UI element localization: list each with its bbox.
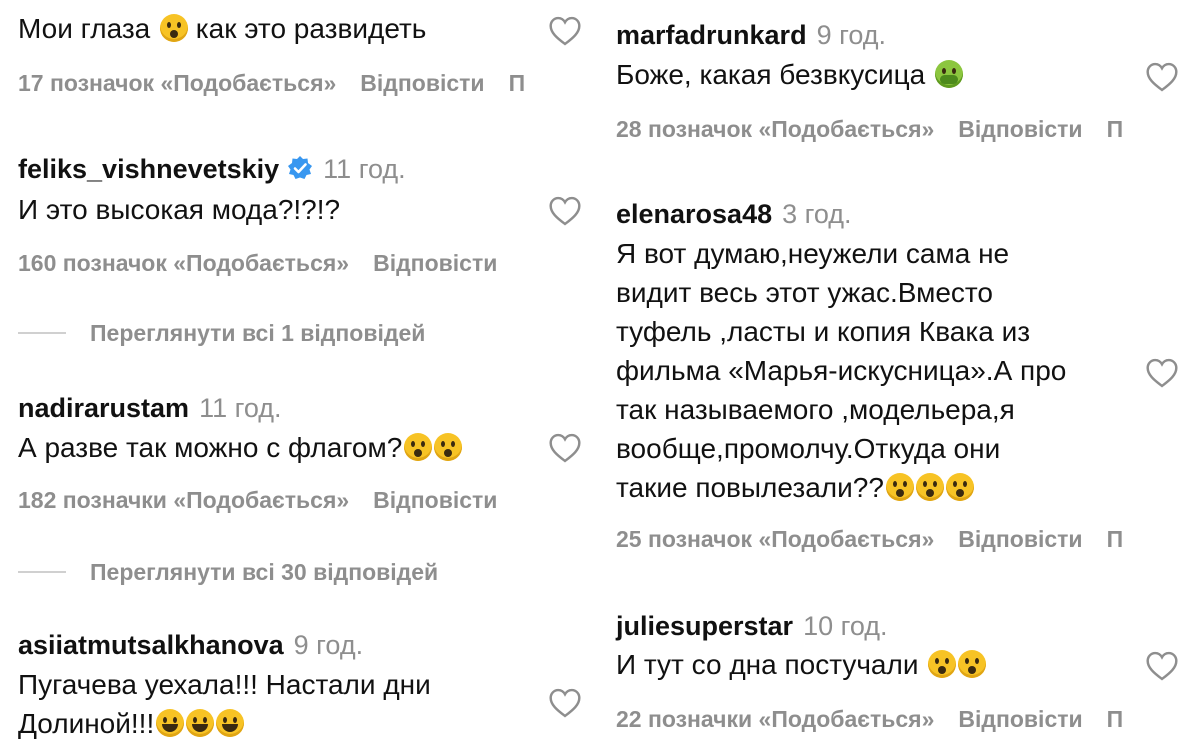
verified-badge-icon <box>287 155 313 181</box>
comment-text: Мои глаза как это развидеть <box>18 13 427 44</box>
reply-button[interactable]: Відповісти <box>360 70 484 96</box>
comments-column-right: marfadrunkard 9 год. Боже, какая безвкуси… <box>600 0 1200 744</box>
comment-header: elenarosa48 3 год. <box>616 199 852 230</box>
reply-button[interactable]: Відповісти <box>958 526 1082 552</box>
astonished-face-emoji-icon <box>958 650 987 678</box>
astonished-face-emoji-icon <box>160 14 189 42</box>
reply-button[interactable]: Відповісти <box>373 250 497 276</box>
likes-count[interactable]: 17 позначок «Подобається» <box>18 70 336 96</box>
like-heart-icon[interactable] <box>548 433 582 463</box>
like-heart-icon[interactable] <box>548 16 582 46</box>
like-heart-icon[interactable] <box>1145 62 1179 92</box>
tears-of-joy-emoji-icon <box>186 709 215 737</box>
astonished-face-emoji-icon <box>928 650 957 678</box>
comment-header: nadirarustam 11 год. <box>18 393 282 424</box>
comment-meta: 25 позначок «Подобається» Відповісти П <box>616 526 1147 553</box>
comment-time[interactable]: 11 год. <box>323 154 405 184</box>
comment-username[interactable]: feliks_vishnevetskiy <box>18 154 279 184</box>
comment-username[interactable]: juliesuperstar <box>616 611 793 641</box>
overflow-text[interactable]: П <box>1107 526 1124 552</box>
comment-header: feliks_vishnevetskiy 11 год. <box>18 154 406 185</box>
comment-time[interactable]: 3 год. <box>782 199 851 229</box>
comment-header: marfadrunkard 9 год. <box>616 20 886 51</box>
tears-of-joy-emoji-icon <box>156 709 185 737</box>
comment-meta: 22 позначки «Подобається» Відповісти П <box>616 706 1147 733</box>
comment-username[interactable]: nadirarustam <box>18 393 189 423</box>
comment-time[interactable]: 9 год. <box>817 20 886 50</box>
comment-text: Пугачева уехала!!! Настали дни Долиной!!… <box>18 669 431 739</box>
astonished-face-emoji-icon <box>434 433 463 461</box>
like-heart-icon[interactable] <box>548 196 582 226</box>
astonished-face-emoji-icon <box>915 473 944 501</box>
comment-text: Я вот думаю,неужели сама не видит весь э… <box>616 238 1067 503</box>
like-heart-icon[interactable] <box>548 688 582 718</box>
likes-count[interactable]: 160 позначок «Подобається» <box>18 250 349 276</box>
likes-count[interactable]: 22 позначки «Подобається» <box>616 706 934 732</box>
comment-text: И тут со дна постучали <box>616 645 987 684</box>
comment-text: А разве так можно с флагом? <box>18 428 463 467</box>
view-replies-button[interactable]: Переглянути всі 1 відповідей <box>90 320 425 347</box>
comment-meta: 28 позначок «Подобається» Відповісти П <box>616 116 1147 143</box>
comment-header: asiiatmutsalkhanova 9 год. <box>18 630 363 661</box>
comment-header: juliesuperstar 10 год. <box>616 611 888 642</box>
comment-text: Боже, какая безвкусица <box>616 55 963 94</box>
comment-text: И это высокая мода?!?!? <box>18 194 341 225</box>
comment-username[interactable]: asiiatmutsalkhanova <box>18 630 284 660</box>
likes-count[interactable]: 28 позначок «Подобається» <box>616 116 934 142</box>
astonished-face-emoji-icon <box>945 473 974 501</box>
view-replies-button[interactable]: Переглянути всі 30 відповідей <box>90 559 438 586</box>
comments-column-left: Мои глаза как это развидеть 17 позначок … <box>0 0 600 744</box>
replies-divider <box>18 571 66 573</box>
reply-button[interactable]: Відповісти <box>373 487 497 513</box>
comment-time[interactable]: 9 год. <box>294 630 363 660</box>
like-heart-icon[interactable] <box>1145 358 1179 388</box>
overflow-text[interactable]: П <box>509 70 526 96</box>
comment-time[interactable]: 10 год. <box>803 611 887 641</box>
like-heart-icon[interactable] <box>1145 651 1179 681</box>
astonished-face-emoji-icon <box>885 473 914 501</box>
comment-username[interactable]: elenarosa48 <box>616 199 772 229</box>
overflow-text[interactable]: П <box>1107 706 1124 732</box>
astonished-face-emoji-icon <box>404 433 433 461</box>
tears-of-joy-emoji-icon <box>216 709 245 737</box>
comment-meta: 160 позначок «Подобається» Відповісти <box>18 250 521 277</box>
reply-button[interactable]: Відповісти <box>958 116 1082 142</box>
comment-meta: 182 позначки «Подобається» Відповісти <box>18 487 521 514</box>
comment-meta: 17 позначок «Подобається» Відповісти П <box>18 70 549 97</box>
likes-count[interactable]: 25 позначок «Подобається» <box>616 526 934 552</box>
overflow-text[interactable]: П <box>1107 116 1124 142</box>
comment-time[interactable]: 11 год. <box>199 393 281 423</box>
nauseated-face-emoji-icon <box>934 60 963 88</box>
replies-divider <box>18 332 66 334</box>
likes-count[interactable]: 182 позначки «Подобається» <box>18 487 349 513</box>
reply-button[interactable]: Відповісти <box>958 706 1082 732</box>
comment-username[interactable]: marfadrunkard <box>616 20 807 50</box>
